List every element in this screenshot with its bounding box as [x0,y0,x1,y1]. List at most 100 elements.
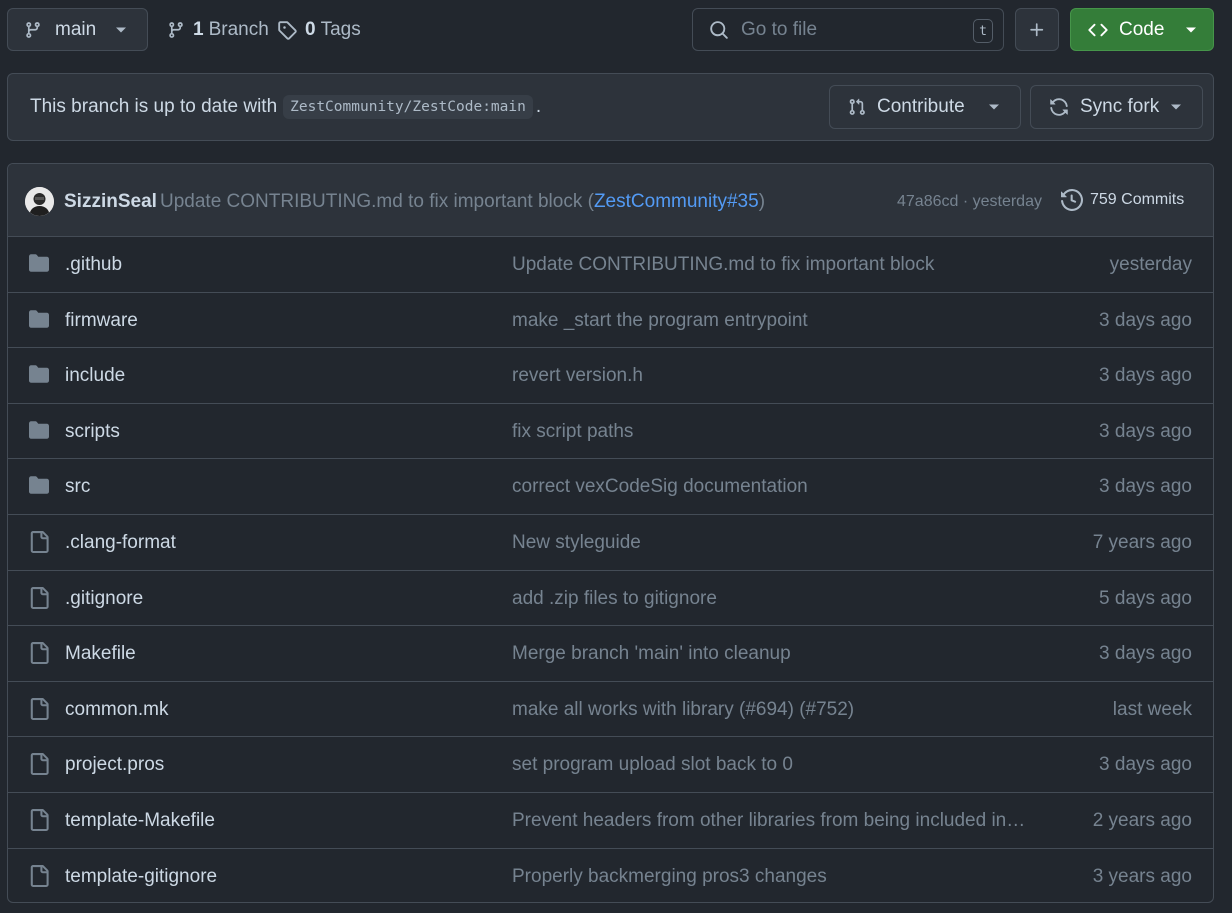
file-name[interactable]: .clang-format [65,532,176,554]
shortcut-key: t [973,19,993,43]
file-commit-date: 3 days ago [1099,365,1192,387]
file-row[interactable]: template-gitignore Properly backmerging … [8,849,1213,902]
sync-icon [1050,98,1068,116]
commits-count: 759 Commits [1090,191,1185,208]
file-commit-message[interactable]: Properly backmerging pros3 changes [512,866,1027,888]
file-row[interactable]: template-Makefile Prevent headers from o… [8,793,1213,849]
file-commit-message[interactable]: New styleguide [512,532,1027,554]
commit-sha-time[interactable]: 47a86cd · yesterday [897,193,1042,211]
sync-fork-button[interactable]: Sync fork [1030,85,1203,129]
file-commit-message[interactable]: add .zip files to gitignore [512,588,1027,610]
file-icon [28,697,50,726]
file-row[interactable]: project.pros set program upload slot bac… [8,737,1213,793]
contribute-button[interactable]: Contribute [829,85,1021,129]
file-row[interactable]: .clang-format New styleguide 7 years ago [8,515,1213,571]
tag-count: 0 [305,18,316,40]
search-icon [710,20,728,39]
folder-icon [28,309,50,335]
go-to-file-placeholder: Go to file [741,18,818,40]
file-commit-date: 3 days ago [1099,476,1192,498]
file-name[interactable]: template-Makefile [65,810,215,832]
file-name[interactable]: firmware [65,310,138,332]
avatar[interactable] [25,187,54,216]
commit-author[interactable]: SizzinSeal [64,191,157,213]
file-row[interactable]: Makefile Merge branch 'main' into cleanu… [8,626,1213,682]
file-icon [28,808,50,837]
branch-word: Branch [208,18,269,40]
branch-status-text: This branch is up to date with ZestCommu… [30,95,541,119]
code-button-label: Code [1119,18,1165,40]
file-row[interactable]: include revert version.h 3 days ago [8,348,1213,404]
file-commit-message[interactable]: make all works with library (#694) (#752… [512,699,1027,721]
upstream-ref-link[interactable]: ZestCommunity/ZestCode:main [283,95,533,119]
file-row[interactable]: scripts fix script paths 3 days ago [8,404,1213,460]
file-commit-date: 7 years ago [1092,531,1192,553]
branches-link[interactable]: 1 Branch [167,8,269,51]
file-commit-message[interactable]: set program upload slot back to 0 [512,754,1027,776]
file-commit-message[interactable]: Update CONTRIBUTING.md to fix important … [512,254,1027,276]
status-text-after: . [535,96,542,117]
code-button[interactable]: Code [1070,8,1214,51]
file-list: .github Update CONTRIBUTING.md to fix im… [8,237,1213,902]
tags-link[interactable]: 0 Tags [277,8,361,51]
git-branch-icon [26,21,40,38]
file-name[interactable]: scripts [65,421,120,443]
file-commit-date: 3 years ago [1092,865,1192,887]
go-to-file-input[interactable]: Go to file t [692,8,1004,51]
add-file-button[interactable] [1015,8,1059,51]
file-commit-date: 3 days ago [1099,420,1192,442]
file-commit-message[interactable]: Prevent headers from other libraries fro… [512,810,1027,832]
file-name[interactable]: Makefile [65,643,136,665]
branch-selector-button[interactable]: main [7,8,148,51]
latest-commit-bar: SizzinSeal Update CONTRIBUTING.md to fix… [8,164,1213,237]
file-commit-date: 3 days ago [1099,754,1192,776]
caret-down-icon [1186,27,1196,33]
tag-word: Tags [320,18,361,40]
file-commit-message[interactable]: revert version.h [512,365,1027,387]
file-commit-message[interactable]: correct vexCodeSig documentation [512,476,1027,498]
file-commit-date: last week [1112,698,1192,720]
branch-count: 1 [193,18,204,40]
file-icon [28,753,50,781]
file-name[interactable]: project.pros [65,754,164,776]
latest-commit-message[interactable]: Update CONTRIBUTING.md to fix important … [160,191,765,213]
file-row[interactable]: .github Update CONTRIBUTING.md to fix im… [8,237,1213,293]
file-name[interactable]: template-gitignore [65,866,217,888]
file-row[interactable]: firmware make _start the program entrypo… [8,293,1213,349]
file-commit-date: yesterday [1109,254,1192,275]
file-commit-message[interactable]: make _start the program entrypoint [512,310,1027,332]
file-name[interactable]: .gitignore [65,588,143,610]
commits-history-link[interactable]: 759 Commits [1061,189,1184,211]
caret-down-icon [989,104,999,110]
repo-file-browser: main 1 Branch 0 Tags Go to file t Code T… [0,0,1232,913]
file-icon [28,642,50,670]
file-row[interactable]: src correct vexCodeSig documentation 3 d… [8,459,1213,515]
file-commit-date: 3 days ago [1099,643,1192,665]
file-commit-message[interactable]: fix script paths [512,421,1027,443]
file-row[interactable]: common.mk make all works with library (#… [8,682,1213,738]
folder-icon [28,253,50,279]
commit-message-end: ) [758,191,766,212]
file-commit-date: 2 years ago [1092,809,1192,831]
pr-link[interactable]: ZestCommunity#35 [594,191,759,212]
status-text-before: This branch is up to date with [30,96,278,117]
file-commit-date: 5 days ago [1099,587,1192,609]
file-icon [28,586,50,615]
branch-status-banner: This branch is up to date with ZestCommu… [7,73,1214,141]
tag-icon [278,20,297,40]
file-name[interactable]: common.mk [65,699,168,721]
history-icon [1061,189,1083,211]
file-name[interactable]: include [65,365,125,387]
file-name[interactable]: .github [65,254,122,276]
folder-icon [28,364,50,390]
caret-down-icon [1171,104,1181,110]
file-name[interactable]: src [65,476,90,498]
file-icon [28,530,50,559]
file-row[interactable]: .gitignore add .zip files to gitignore 5… [8,571,1213,627]
file-commit-message[interactable]: Merge branch 'main' into cleanup [512,643,1027,665]
commit-message-text: Update CONTRIBUTING.md to fix important … [160,191,594,212]
plus-icon [1030,22,1044,36]
branch-name: main [55,18,97,40]
repo-toolbar: main 1 Branch 0 Tags Go to file t Code [7,8,1214,51]
caret-down-icon [116,27,126,33]
